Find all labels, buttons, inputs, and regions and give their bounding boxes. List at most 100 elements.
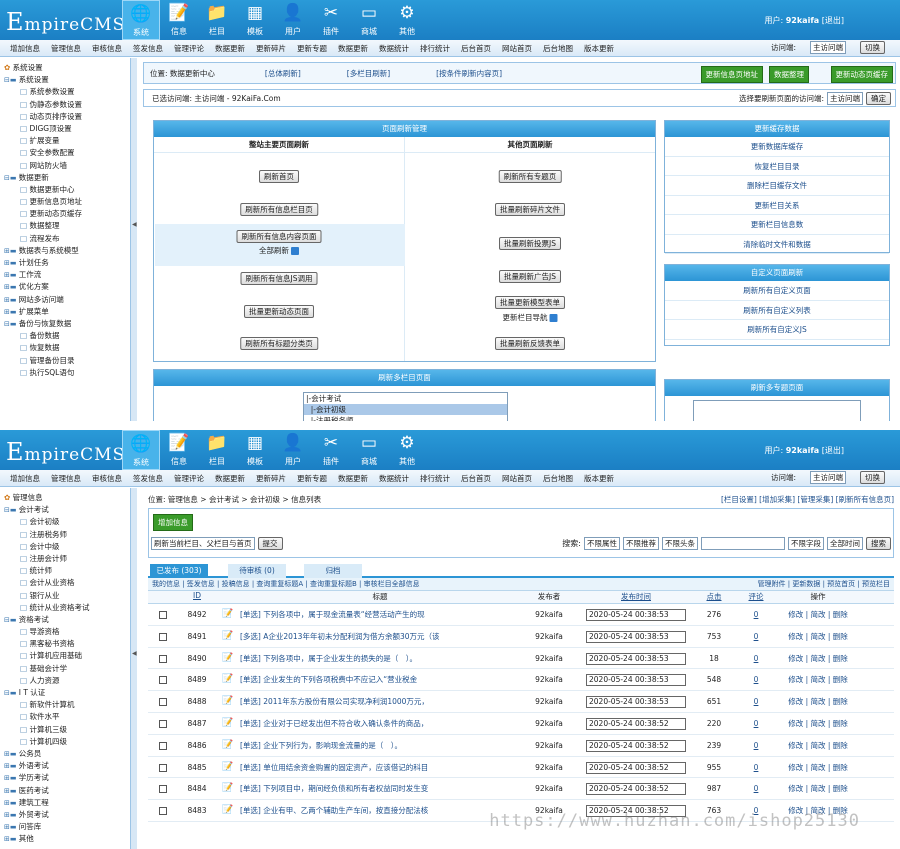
tree-node[interactable]: 数据更新中心 [4,184,130,196]
subnav-item[interactable]: 管理信息 [51,473,81,484]
subnav-item[interactable]: 增加信息 [10,473,40,484]
tree-node[interactable]: 注册税务师 [4,529,130,541]
tree-node[interactable]: 优化方案 [4,281,130,293]
tree-node[interactable]: 恢复数据 [4,342,130,354]
tree-node[interactable]: 会计考试 [4,504,130,516]
subnav-item[interactable]: 签发信息 [133,43,163,54]
tab-pending[interactable]: 待审核 (0) [228,564,286,578]
update-info-url-button[interactable]: 更新信息页地址 [700,66,763,83]
subnav-item[interactable]: 审核信息 [92,473,122,484]
subnav-item[interactable]: 后台地图 [543,473,573,484]
tab-archive[interactable]: 归档 [304,564,362,578]
subnav-item[interactable]: 后台首页 [461,473,491,484]
tree-node[interactable]: 人力资源 [4,675,130,687]
row-time-input[interactable]: 2020-05-24 00:38:53 [586,652,686,665]
row-actions[interactable]: 修改 | 简改 | 删除 [778,604,858,625]
tree-node[interactable]: 安全参数配置 [4,147,130,159]
headline-filter[interactable]: 不限头条 [662,537,698,550]
nav-item-0[interactable]: 🌐 系统 [122,0,160,40]
subnav-item[interactable]: 管理评论 [174,473,204,484]
tree-node[interactable]: I T 认证 [4,687,130,699]
cache-action-link[interactable]: 恢复栏目目录 [665,157,889,176]
row-checkbox[interactable] [159,807,167,816]
col-comments[interactable]: 评论 [734,591,778,603]
link-conditional-refresh[interactable]: [按条件刷新内容页] [436,68,502,79]
subnav-item[interactable]: 更新碎片 [256,43,286,54]
refresh-all-content-button[interactable]: 刷新所有信息内容页面 [236,230,322,243]
tree-node[interactable]: 更新信息页地址 [4,196,130,208]
row-actions[interactable]: 修改 | 简改 | 删除 [778,626,858,647]
search-input[interactable] [701,537,785,550]
row-time-input[interactable]: 2020-05-24 00:38:52 [586,717,686,730]
refresh-feedback-button[interactable]: 批量刷新反馈表单 [495,337,565,350]
row-checkbox[interactable] [159,719,167,728]
column-listbox[interactable]: |-会计考试 |-会计初级 |-注册税务师 [303,392,508,421]
subnav-item[interactable]: 数据更新 [215,473,245,484]
tree-node[interactable]: 执行SQL语句 [4,367,130,379]
row-comments-link[interactable]: 0 [734,669,778,690]
row-comments-link[interactable]: 0 [734,757,778,778]
custom-refresh-link[interactable]: 刷新所有自定义JS [665,320,889,340]
subnav-item[interactable]: 签发信息 [133,473,163,484]
subnav-item[interactable]: 更新碎片 [256,473,286,484]
tree-node[interactable]: DIGG顶设置 [4,123,130,135]
edit-icon[interactable]: 📝 [216,800,240,821]
tree-node[interactable]: 外贸考试 [4,809,130,821]
subnav-item[interactable]: 数据更新 [215,43,245,54]
nav-item-5[interactable]: ✂ 插件 [312,0,350,40]
nav-item-1[interactable]: 📝 信息 [160,430,198,470]
collapse-arrow-icon[interactable]: ◀ [132,650,137,657]
row-actions[interactable]: 修改 | 简改 | 删除 [778,669,858,690]
subnav-item[interactable]: 审核信息 [92,43,122,54]
data-tidy-button[interactable]: 数据整理 [769,66,809,83]
refresh-all-js-button[interactable]: 刷新所有信息JS调用 [240,272,318,285]
tree-root[interactable]: 系统设置 [4,62,130,74]
logout-link[interactable]: [退出] [822,446,844,455]
tree-node[interactable]: 管理备份目录 [4,355,130,367]
row-actions[interactable]: 修改 | 简改 | 删除 [778,713,858,734]
attr-filter[interactable]: 不限属性 [584,537,620,550]
row-checkbox[interactable] [159,698,167,707]
tab-published[interactable]: 已发布 (303) [150,564,208,578]
subnav-item[interactable]: 数据统计 [379,43,409,54]
row-title-link[interactable]: [单选] 2011年东方股份有限公司实现净利润1000万元， [240,691,520,712]
tree-node[interactable]: 数据更新 [4,172,130,184]
edit-icon[interactable]: 📝 [216,648,240,669]
submit-button[interactable]: 提交 [257,537,283,550]
edit-icon[interactable]: 📝 [216,735,240,756]
nav-item-4[interactable]: 👤 用户 [274,430,312,470]
tree-node[interactable]: 扩展变量 [4,135,130,147]
subnav-item[interactable]: 版本更新 [584,43,614,54]
cache-action-link[interactable]: 更新数据库缓存 [665,137,889,157]
edit-icon[interactable]: 📝 [216,778,240,799]
subnav-item[interactable]: 更新专题 [297,473,327,484]
topic-listbox[interactable] [693,400,861,421]
col-hits[interactable]: 点击 [694,591,734,603]
row-title-link[interactable]: [单选] 下列各项中，属于企业发生的损失的是（ ）。 [240,648,520,669]
row-checkbox[interactable] [159,676,167,685]
refresh-vote-js-button[interactable]: 批量刷新投票JS [499,237,561,250]
subnav-item[interactable]: 更新专题 [297,43,327,54]
custom-refresh-link[interactable]: 刷新所有自定义页面 [665,281,889,301]
subnav-item[interactable]: 数据更新 [338,473,368,484]
switch-button[interactable]: 切换 [860,41,885,54]
refresh-home-button[interactable]: 刷新首页 [259,170,299,183]
row-actions[interactable]: 修改 | 简改 | 删除 [778,648,858,669]
row-comments-link[interactable]: 0 [734,778,778,799]
whole-refresh-option[interactable]: 全部刷新 [259,245,299,256]
tree-node[interactable]: 流程发布 [4,233,130,245]
tree-node[interactable]: 外语考试 [4,760,130,772]
update-model-forms-button[interactable]: 批量更新模型表单 [495,296,565,309]
row-actions[interactable]: 修改 | 简改 | 删除 [778,757,858,778]
row-time-input[interactable]: 2020-05-24 00:38:52 [586,761,686,774]
tree-node[interactable]: 银行从业 [4,590,130,602]
field-filter[interactable]: 不限字段 [788,537,824,550]
col-time[interactable]: 发布时间 [578,591,694,603]
update-dynamic-pages-button[interactable]: 批量更新动态页面 [244,305,314,318]
row-time-input[interactable]: 2020-05-24 00:38:53 [586,630,686,643]
nav-item-6[interactable]: ▭ 商城 [350,430,388,470]
checkbox-checked-icon[interactable] [291,247,299,255]
tree-node[interactable]: 备份与恢复数据 [4,318,130,330]
edit-icon[interactable]: 📝 [216,713,240,734]
row-time-input[interactable]: 2020-05-24 00:38:53 [586,674,686,687]
